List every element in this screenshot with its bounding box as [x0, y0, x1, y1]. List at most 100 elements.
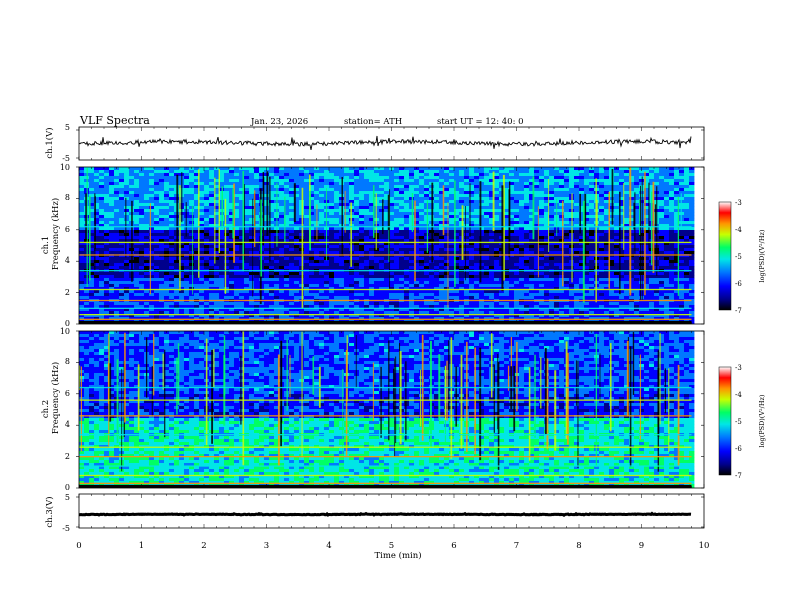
spectrogram-cell [399, 275, 405, 279]
spectrogram-cell [289, 212, 295, 216]
spectrogram-cell [419, 260, 425, 264]
spectrogram-cell [379, 221, 385, 225]
spectrogram-cell [319, 215, 325, 219]
spectrogram-cell [614, 257, 620, 261]
spectrogram-cell [519, 176, 525, 180]
spectrogram-cell [624, 245, 630, 249]
spectrogram-cell [639, 185, 645, 189]
spectrogram-cell [159, 197, 165, 201]
spectrogram-cell [424, 275, 430, 279]
spectrogram-cell [134, 197, 140, 201]
spectrogram-cell [134, 176, 140, 180]
spectrogram-cell [339, 260, 345, 264]
spectrogram-cell [444, 197, 450, 201]
spectrogram-cell [79, 221, 85, 225]
spectrogram-cell [279, 179, 285, 183]
spectrogram-cell [324, 182, 330, 186]
spectrogram-cell [244, 266, 250, 270]
spectrogram-cell [144, 236, 150, 240]
spectrogram-cell [294, 251, 300, 255]
spectrogram-cell [424, 245, 430, 249]
spectrogram-cell [349, 176, 355, 180]
spectrogram-cell [669, 230, 675, 234]
spectrogram-cell [499, 167, 505, 171]
spectrogram-cell [639, 260, 645, 264]
spectrogram-cell [614, 191, 620, 195]
spectrogram-cell [359, 275, 365, 279]
spectrogram-cell [449, 212, 455, 216]
spectrogram-cell [539, 260, 545, 264]
spectrogram-cell [189, 197, 195, 201]
spectrogram-cell [579, 182, 585, 186]
spectrogram-cell [469, 278, 475, 282]
spectrogram-cell [284, 278, 290, 282]
spectrogram-cell [459, 173, 465, 177]
spectrogram-cell [439, 173, 445, 177]
spectrogram-cell [549, 197, 555, 201]
spectrogram-cell [224, 179, 230, 183]
spectrogram-cell [624, 188, 630, 192]
spectrogram-cell [169, 236, 175, 240]
spectrogram-cell [254, 275, 260, 279]
spectrogram-cell [639, 188, 645, 192]
spectrogram-cell [514, 230, 520, 234]
spectrogram-cell [394, 260, 400, 264]
spectrogram-cell [284, 275, 290, 279]
spectrogram-cell [519, 191, 525, 195]
spectrogram-cell [184, 272, 190, 276]
spectrogram-cell [459, 266, 465, 270]
spectrogram-cell [404, 182, 410, 186]
spectrogram-cell [189, 179, 195, 183]
spectrogram-cell [689, 275, 695, 279]
spectrogram-cell [519, 185, 525, 189]
spectrogram-cell [114, 272, 120, 276]
spectrogram-cell [334, 275, 340, 279]
spectrogram-cell [624, 200, 630, 204]
spectrogram-cell [184, 284, 190, 288]
spectrogram-cell [229, 170, 235, 174]
spectrogram-cell [359, 170, 365, 174]
spectrogram-cell [289, 248, 295, 252]
spectrogram-cell [394, 188, 400, 192]
spectrogram-cell [624, 278, 630, 282]
spectrogram-cell [324, 272, 330, 276]
spectrogram-cell [144, 278, 150, 282]
spectrogram-cell [524, 275, 530, 279]
spectrogram-cell [494, 266, 500, 270]
spectrogram-cell [294, 281, 300, 285]
spectrogram-cell [474, 221, 480, 225]
spectrogram-cell [349, 278, 355, 282]
spectrogram-cell [139, 275, 145, 279]
spectrogram-cell [589, 170, 595, 174]
spectrogram-cell [269, 278, 275, 282]
spectrogram-cell [434, 284, 440, 288]
spectrogram-cell [324, 173, 330, 177]
spectrogram-cell [439, 284, 445, 288]
spectrogram-cell [589, 173, 595, 177]
spectrogram-cell [139, 272, 145, 276]
spectrogram-cell [144, 263, 150, 267]
spectrogram-cell [464, 200, 470, 204]
spectrogram-cell [439, 236, 445, 240]
spectrogram-cell [309, 284, 315, 288]
spectrogram-cell [399, 179, 405, 183]
spectrogram-cell [189, 263, 195, 267]
spectrogram-cell [369, 170, 375, 174]
spectrogram-cell [659, 215, 665, 219]
spectrogram-cell [419, 179, 425, 183]
spectrogram-cell [129, 197, 135, 201]
spectrogram-cell [549, 275, 555, 279]
spectrogram-cell [659, 233, 665, 237]
spectrogram-cell [114, 218, 120, 222]
spectrogram-cell [374, 266, 380, 270]
spectrogram-cell [104, 245, 110, 249]
spectrogram-cell [134, 167, 140, 171]
spectrogram-cell [444, 260, 450, 264]
spectrogram-cell [634, 179, 640, 183]
spectrogram-cell [434, 182, 440, 186]
spectrogram-cell [309, 275, 315, 279]
spectrogram-cell [394, 197, 400, 201]
spectrogram-cell [684, 245, 690, 249]
spectrogram-cell [434, 197, 440, 201]
spectrogram-cell [424, 191, 430, 195]
